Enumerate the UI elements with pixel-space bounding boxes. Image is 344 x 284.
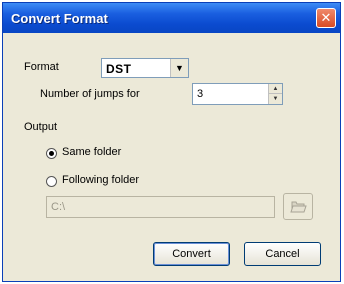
spin-up-icon[interactable]: ▲	[268, 84, 282, 94]
close-button[interactable]: ✕	[316, 8, 336, 28]
folder-open-icon	[290, 201, 307, 213]
radio-selected-dot	[49, 151, 54, 156]
chevron-down-icon[interactable]: ▼	[170, 59, 188, 77]
jumps-spinner[interactable]: 3 ▲ ▼	[192, 83, 283, 105]
jumps-value[interactable]: 3	[197, 88, 203, 100]
format-label: Format	[24, 61, 59, 73]
spin-down-icon[interactable]: ▼	[268, 94, 282, 104]
format-selected-value: DST	[106, 62, 132, 76]
convert-format-dialog: Convert Format ✕	[2, 2, 341, 282]
same-folder-radio[interactable]	[46, 148, 57, 159]
format-dropdown[interactable]: DST ▼	[101, 58, 189, 78]
output-group-label: Output	[24, 121, 58, 133]
following-folder-radio[interactable]	[46, 176, 57, 187]
close-icon: ✕	[320, 10, 332, 25]
dialog-title: Convert Format	[11, 11, 108, 26]
title-bar[interactable]: Convert Format ✕	[3, 3, 340, 33]
folder-path-input[interactable]: C:\	[46, 196, 275, 218]
folder-path-value: C:\	[51, 201, 66, 213]
convert-button[interactable]: Convert	[153, 242, 230, 266]
same-folder-label[interactable]: Same folder	[62, 146, 121, 158]
cancel-button[interactable]: Cancel	[244, 242, 321, 266]
browse-folder-button[interactable]	[283, 193, 313, 220]
following-folder-label[interactable]: Following folder	[62, 174, 139, 186]
jumps-label: Number of jumps for	[40, 88, 140, 100]
